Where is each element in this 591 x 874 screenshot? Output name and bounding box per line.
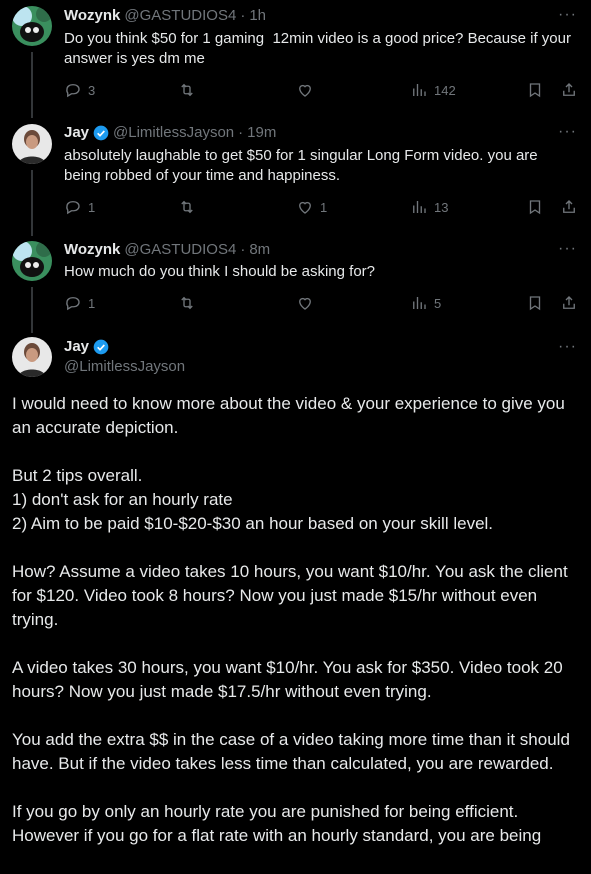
tweet-text: I would need to know more about the vide… [12, 394, 570, 845]
views-icon [413, 201, 426, 213]
reply-icon [66, 201, 80, 215]
verified-badge-icon [93, 339, 109, 355]
heart-icon [299, 297, 311, 310]
reply-icon [66, 84, 80, 98]
bookmark-button[interactable] [526, 294, 544, 312]
retweet-icon [181, 83, 193, 97]
more-options-icon[interactable]: ··· [558, 123, 577, 141]
bookmark-icon [529, 296, 541, 311]
heart-icon [299, 201, 311, 214]
author-handle[interactable]: @LimitlessJayson [113, 124, 234, 141]
reply-count: 1 [88, 295, 96, 311]
tweet-actions: 3 142 [64, 81, 579, 101]
tweet-text: absolutely laughable to get $50 for 1 si… [64, 147, 542, 184]
more-options-icon[interactable]: ··· [558, 6, 577, 24]
author-name[interactable]: Jay [64, 124, 89, 141]
timestamp[interactable]: 19m [247, 124, 276, 141]
tweet-actions: 1 5 [64, 294, 579, 314]
reply-button[interactable]: 1 [64, 294, 95, 312]
separator-dot: · [240, 241, 246, 258]
tweet[interactable]: Wozynk @GASTUDIOS4 · 1h ··· Do you think… [0, 0, 591, 112]
retweet-button[interactable] [178, 81, 196, 99]
bookmark-button[interactable] [526, 81, 544, 99]
tweet[interactable]: Wozynk @GASTUDIOS4 · 8m ··· How much do … [0, 235, 591, 327]
separator-dot: · [240, 7, 246, 24]
author-handle[interactable]: @LimitlessJayson [64, 358, 185, 375]
reply-count: 1 [88, 199, 96, 215]
share-icon [563, 296, 575, 309]
author-handle[interactable]: @GASTUDIOS4 [124, 241, 236, 258]
views-icon [413, 84, 426, 96]
more-options-icon[interactable]: ··· [558, 240, 577, 258]
author-name[interactable]: Wozynk [64, 7, 120, 24]
separator-dot: · [238, 124, 244, 141]
retweet-icon [181, 296, 193, 310]
timestamp[interactable]: 1h [249, 7, 266, 24]
author-name[interactable]: Jay [64, 338, 89, 355]
share-icon [563, 83, 575, 96]
author-handle[interactable]: @GASTUDIOS4 [124, 7, 236, 24]
reply-icon [66, 297, 80, 311]
timestamp[interactable]: 8m [249, 241, 270, 258]
reply-count: 3 [88, 82, 96, 98]
like-button[interactable] [296, 81, 320, 99]
retweet-button[interactable] [178, 294, 196, 312]
tweet[interactable]: Jay @LimitlessJayson · 19m ··· absolutel… [0, 118, 591, 230]
share-button[interactable] [560, 81, 578, 99]
views-button[interactable]: 13 [410, 198, 448, 216]
bookmark-button[interactable] [526, 198, 544, 216]
like-button[interactable] [296, 294, 320, 312]
avatar[interactable] [12, 124, 52, 164]
share-button[interactable] [560, 198, 578, 216]
bookmark-icon [529, 200, 541, 215]
share-icon [563, 200, 575, 213]
retweet-button[interactable] [178, 198, 196, 216]
views-icon [413, 297, 426, 309]
heart-icon [299, 84, 311, 97]
like-count: 1 [320, 199, 328, 215]
reply-button[interactable]: 1 [64, 198, 95, 216]
view-count: 13 [434, 199, 449, 215]
tweet-actions: 1 1 13 [64, 198, 579, 218]
like-button[interactable]: 1 [296, 198, 327, 216]
avatar[interactable] [12, 6, 52, 46]
views-button[interactable]: 5 [410, 294, 441, 312]
avatar[interactable] [12, 241, 52, 281]
avatar[interactable] [12, 337, 52, 377]
views-button[interactable]: 142 [410, 81, 456, 99]
reply-button[interactable]: 3 [64, 81, 95, 99]
author-name[interactable]: Wozynk [64, 241, 120, 258]
more-options-icon[interactable]: ··· [558, 338, 577, 356]
bookmark-icon [529, 83, 541, 98]
retweet-icon [181, 200, 193, 214]
share-button[interactable] [560, 294, 578, 312]
tweet-text: How much do you think I should be asking… [64, 263, 376, 280]
verified-badge-icon [93, 125, 109, 141]
view-count: 142 [434, 82, 456, 98]
view-count: 5 [434, 295, 442, 311]
tweet-text: Do you think $50 for 1 gaming 12min vide… [64, 30, 576, 67]
